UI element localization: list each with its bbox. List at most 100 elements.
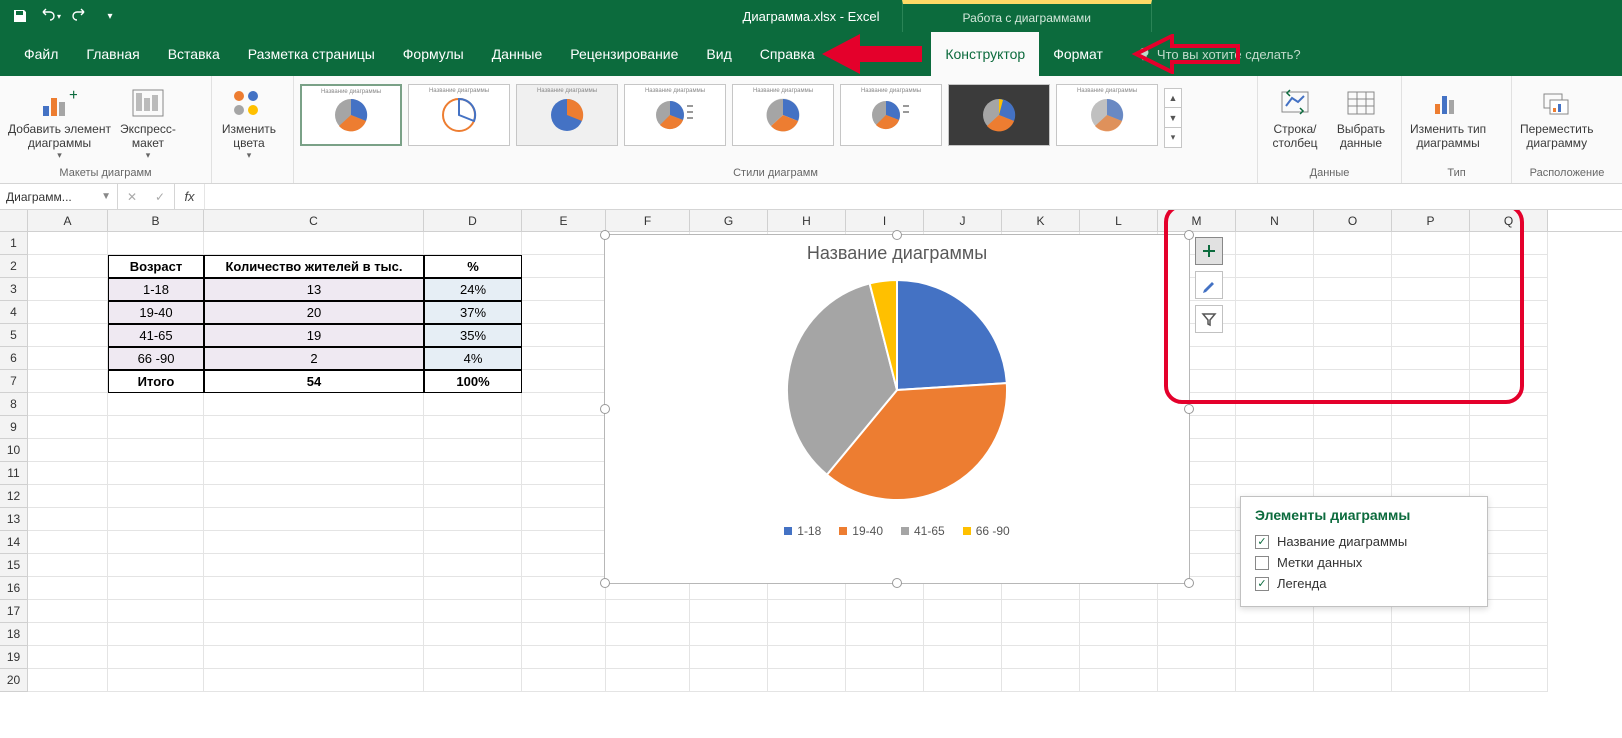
cell-A9[interactable] (28, 416, 108, 439)
chart-resize-handle[interactable] (1184, 230, 1194, 240)
cell-D20[interactable] (424, 669, 522, 692)
chart-styles-button[interactable] (1195, 271, 1223, 299)
row-head-16[interactable]: 16 (0, 577, 28, 600)
chart-object[interactable]: Название диаграммы 1-1819-4041-6566 -90 (604, 234, 1190, 584)
col-head-M[interactable]: M (1158, 210, 1236, 231)
tab-review[interactable]: Рецензирование (556, 32, 692, 76)
cell-P7[interactable] (1392, 370, 1470, 393)
cell-C20[interactable] (204, 669, 424, 692)
name-box[interactable]: Диаграмм... ▼ (0, 184, 118, 209)
chart-resize-handle[interactable] (600, 404, 610, 414)
cell-E6[interactable] (522, 347, 606, 370)
tab-view[interactable]: Вид (692, 32, 745, 76)
row-head-6[interactable]: 6 (0, 347, 28, 370)
cell-E1[interactable] (522, 232, 606, 255)
legend-item[interactable]: 41-65 (901, 524, 945, 538)
cell-A12[interactable] (28, 485, 108, 508)
select-data-button[interactable]: Выбрать данные (1330, 80, 1392, 154)
col-head-D[interactable]: D (424, 210, 522, 231)
tab-data[interactable]: Данные (478, 32, 557, 76)
cell-D11[interactable] (424, 462, 522, 485)
cell-A10[interactable] (28, 439, 108, 462)
legend-item[interactable]: 66 -90 (963, 524, 1010, 538)
tab-chart-design[interactable]: Конструктор (931, 32, 1039, 76)
cell-P20[interactable] (1392, 669, 1470, 692)
cell-N20[interactable] (1236, 669, 1314, 692)
cell-J18[interactable] (924, 623, 1002, 646)
row-head-2[interactable]: 2 (0, 255, 28, 278)
col-head-C[interactable]: C (204, 210, 424, 231)
tab-formulas[interactable]: Формулы (389, 32, 478, 76)
cell-Q10[interactable] (1470, 439, 1548, 462)
enter-formula-icon[interactable]: ✓ (146, 190, 174, 204)
change-colors-button[interactable]: Изменить цвета ▾ (218, 80, 280, 165)
cell-O2[interactable] (1314, 255, 1392, 278)
cell-E18[interactable] (522, 623, 606, 646)
cell-A16[interactable] (28, 577, 108, 600)
cell-P6[interactable] (1392, 347, 1470, 370)
chart-style-8[interactable]: Название диаграммы (1056, 84, 1158, 146)
cell-O9[interactable] (1314, 416, 1392, 439)
cell-D3[interactable]: 24% (424, 278, 522, 301)
cell-B19[interactable] (108, 646, 204, 669)
move-chart-button[interactable]: Переместить диаграмму (1518, 80, 1596, 154)
cell-B14[interactable] (108, 531, 204, 554)
cell-B15[interactable] (108, 554, 204, 577)
col-head-P[interactable]: P (1392, 210, 1470, 231)
col-head-K[interactable]: K (1002, 210, 1080, 231)
cell-A15[interactable] (28, 554, 108, 577)
cell-E15[interactable] (522, 554, 606, 577)
cell-O5[interactable] (1314, 324, 1392, 347)
cell-A4[interactable] (28, 301, 108, 324)
checkbox-icon[interactable] (1255, 556, 1269, 570)
change-chart-type-button[interactable]: Изменить тип диаграммы (1408, 80, 1488, 154)
row-head-8[interactable]: 8 (0, 393, 28, 416)
cell-C18[interactable] (204, 623, 424, 646)
cell-P8[interactable] (1392, 393, 1470, 416)
row-head-11[interactable]: 11 (0, 462, 28, 485)
cell-G19[interactable] (690, 646, 768, 669)
cell-C3[interactable]: 13 (204, 278, 424, 301)
cell-O18[interactable] (1314, 623, 1392, 646)
tab-home[interactable]: Главная (72, 32, 153, 76)
cell-O20[interactable] (1314, 669, 1392, 692)
chart-resize-handle[interactable] (892, 578, 902, 588)
cell-N8[interactable] (1236, 393, 1314, 416)
cell-A13[interactable] (28, 508, 108, 531)
cell-A2[interactable] (28, 255, 108, 278)
cell-O19[interactable] (1314, 646, 1392, 669)
cell-Q9[interactable] (1470, 416, 1548, 439)
sheet-grid[interactable]: ABCDEFGHIJKLMNOPQ 12ВозрастКоличество жи… (0, 210, 1622, 738)
cell-C15[interactable] (204, 554, 424, 577)
add-chart-element-button[interactable]: + Добавить элемент диаграммы ▾ (6, 80, 113, 165)
cell-N5[interactable] (1236, 324, 1314, 347)
cell-D18[interactable] (424, 623, 522, 646)
cell-D8[interactable] (424, 393, 522, 416)
cell-B17[interactable] (108, 600, 204, 623)
flyout-item[interactable]: Метки данных (1255, 552, 1473, 573)
cell-P9[interactable] (1392, 416, 1470, 439)
cell-B1[interactable] (108, 232, 204, 255)
col-head-L[interactable]: L (1080, 210, 1158, 231)
cell-N4[interactable] (1236, 301, 1314, 324)
chart-style-5[interactable]: Название диаграммы (732, 84, 834, 146)
cell-B7[interactable]: Итого (108, 370, 204, 393)
cell-I17[interactable] (846, 600, 924, 623)
cancel-formula-icon[interactable]: ✕ (118, 190, 146, 204)
cell-N19[interactable] (1236, 646, 1314, 669)
row-head-4[interactable]: 4 (0, 301, 28, 324)
cell-E12[interactable] (522, 485, 606, 508)
chart-style-7[interactable] (948, 84, 1050, 146)
cell-L17[interactable] (1080, 600, 1158, 623)
col-head-Q[interactable]: Q (1470, 210, 1548, 231)
cell-N7[interactable] (1236, 370, 1314, 393)
cell-N18[interactable] (1236, 623, 1314, 646)
cell-C4[interactable]: 20 (204, 301, 424, 324)
cell-A6[interactable] (28, 347, 108, 370)
checkbox-icon[interactable]: ✓ (1255, 535, 1269, 549)
cell-E7[interactable] (522, 370, 606, 393)
cell-O10[interactable] (1314, 439, 1392, 462)
chart-style-6[interactable]: Название диаграммы (840, 84, 942, 146)
cell-E20[interactable] (522, 669, 606, 692)
cell-C8[interactable] (204, 393, 424, 416)
